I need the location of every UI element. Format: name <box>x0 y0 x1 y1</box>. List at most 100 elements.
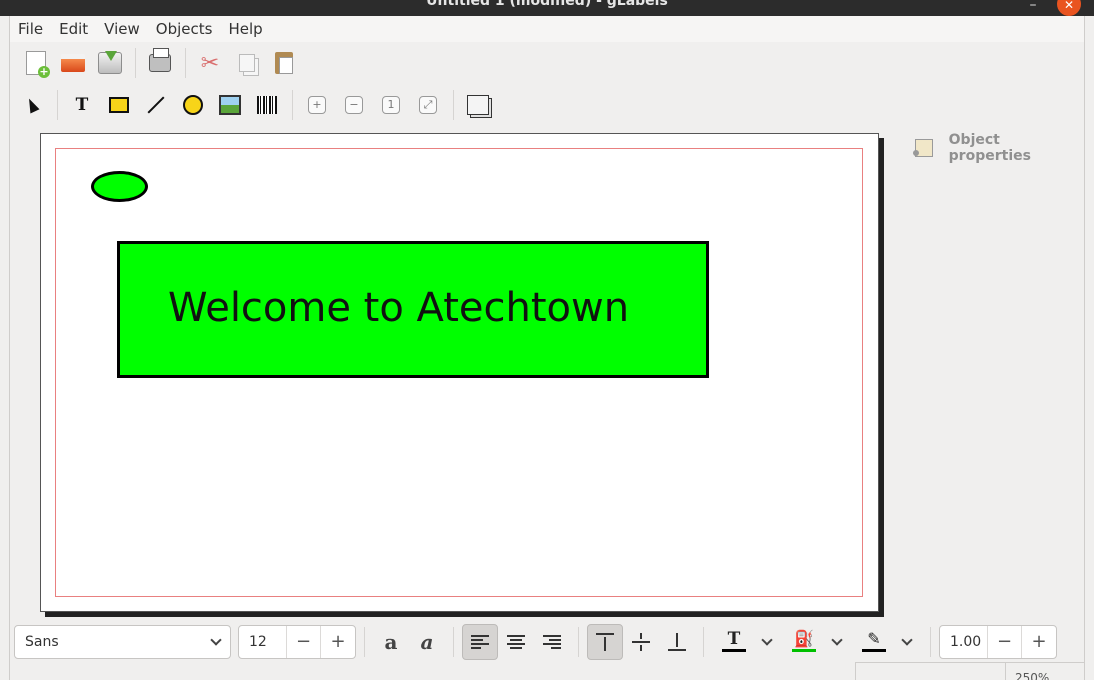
window-titlebar: Untitled 1 (modified) - gLabels – ✕ <box>0 0 1094 16</box>
label-ellipse-object[interactable] <box>91 171 148 202</box>
line-width-value[interactable]: 1.00 <box>940 626 988 658</box>
zoom-level: 250% <box>1015 671 1050 680</box>
pencil-icon: ✎ <box>862 629 886 655</box>
status-cell <box>1005 663 1006 680</box>
font-size-increase-button[interactable]: + <box>321 626 355 658</box>
main-toolbar: + ✂ <box>10 44 303 82</box>
valign-bottom-icon <box>668 633 686 651</box>
window-title: Untitled 1 (modified) - gLabels <box>426 0 668 9</box>
line-color-dropdown[interactable] <box>892 634 922 646</box>
italic-toggle[interactable]: a <box>409 624 445 660</box>
create-barcode-button[interactable] <box>249 88 285 122</box>
merge-properties-icon <box>467 95 489 115</box>
align-left-toggle[interactable] <box>462 624 498 660</box>
drawing-toolbar: T + − 1 ⤢ <box>10 86 497 124</box>
save-button[interactable] <box>92 46 128 80</box>
zoom-1to1-icon: 1 <box>382 96 400 114</box>
paste-icon <box>275 52 293 74</box>
new-button[interactable]: + <box>18 46 54 80</box>
copy-icon <box>239 54 255 72</box>
font-size-spinner[interactable]: 12 − + <box>238 625 356 659</box>
cut-button[interactable]: ✂ <box>192 46 228 80</box>
new-document-icon: + <box>26 51 50 78</box>
line-color-picker[interactable]: ✎ <box>852 624 922 660</box>
align-center-toggle[interactable] <box>498 624 534 660</box>
chevron-down-icon <box>901 634 913 646</box>
statusbar: 250% <box>855 662 1084 680</box>
chevron-down-icon <box>761 634 773 646</box>
format-separator <box>930 627 931 657</box>
menu-file[interactable]: File <box>10 16 51 42</box>
print-button[interactable] <box>142 46 178 80</box>
menubar: File Edit View Objects Help <box>10 16 1084 42</box>
font-family-value: Sans <box>25 634 59 650</box>
align-right-toggle[interactable] <box>534 624 570 660</box>
create-image-button[interactable] <box>212 88 248 122</box>
ellipse-tool-icon <box>183 95 203 115</box>
font-family-combo[interactable]: Sans <box>14 625 231 659</box>
create-box-button[interactable] <box>101 88 137 122</box>
line-width-decrease-button[interactable]: − <box>988 626 1022 658</box>
valign-bottom-toggle[interactable] <box>659 624 695 660</box>
line-tool-icon <box>147 96 165 114</box>
toolbar-separator <box>292 90 293 120</box>
zoom-fit-icon: ⤢ <box>419 96 437 114</box>
format-separator <box>364 627 365 657</box>
select-mode-button[interactable] <box>14 88 50 122</box>
zoom-out-button[interactable]: − <box>336 88 372 122</box>
valign-middle-icon <box>632 633 650 651</box>
label-text-object[interactable]: Welcome to Atechtown <box>168 282 629 334</box>
paste-button[interactable] <box>266 46 302 80</box>
font-size-value[interactable]: 12 <box>239 626 287 658</box>
image-tool-icon <box>219 95 241 115</box>
chevron-down-icon <box>210 634 222 646</box>
close-button[interactable]: ✕ <box>1057 0 1081 16</box>
toolbar-separator <box>453 90 454 120</box>
line-width-increase-button[interactable]: + <box>1022 626 1056 658</box>
window-border-right <box>1084 16 1085 680</box>
chevron-down-icon <box>831 634 843 646</box>
bold-toggle[interactable]: a <box>373 624 409 660</box>
menu-view[interactable]: View <box>96 16 148 42</box>
zoom-in-button[interactable]: + <box>299 88 335 122</box>
menu-help[interactable]: Help <box>220 16 270 42</box>
format-toolbar: Sans 12 − + a a T ⛽ ✎ 1.00 − + <box>10 620 1084 664</box>
line-color-button[interactable]: ✎ <box>856 624 892 660</box>
fill-color-picker[interactable]: ⛽ <box>782 624 852 660</box>
valign-middle-toggle[interactable] <box>623 624 659 660</box>
text-color-picker[interactable]: T <box>712 624 782 660</box>
toolbar-separator <box>57 90 58 120</box>
barcode-tool-icon <box>257 96 277 114</box>
font-size-decrease-button[interactable]: − <box>287 626 321 658</box>
create-line-button[interactable] <box>138 88 174 122</box>
text-color-dropdown[interactable] <box>752 634 782 646</box>
cut-icon: ✂ <box>200 50 220 76</box>
copy-button[interactable] <box>229 46 265 80</box>
create-text-button[interactable]: T <box>64 88 100 122</box>
zoom-one-to-one-button[interactable]: 1 <box>373 88 409 122</box>
toolbar-separator <box>185 48 186 78</box>
valign-top-toggle[interactable] <box>587 624 623 660</box>
text-color-button[interactable]: T <box>716 624 752 660</box>
menu-edit[interactable]: Edit <box>51 16 96 42</box>
merge-properties-button[interactable] <box>460 88 496 122</box>
fill-color-dropdown[interactable] <box>822 634 852 646</box>
zoom-in-icon: + <box>308 96 326 114</box>
minimize-button[interactable]: – <box>1020 0 1046 14</box>
zoom-to-fit-button[interactable]: ⤢ <box>410 88 446 122</box>
status-cell <box>855 663 856 680</box>
text-color-icon: T <box>722 629 746 655</box>
object-properties-header: Object properties <box>913 132 1084 164</box>
menu-objects[interactable]: Objects <box>148 16 221 42</box>
format-separator <box>453 627 454 657</box>
zoom-out-icon: − <box>345 96 363 114</box>
open-button[interactable] <box>55 46 91 80</box>
fill-color-button[interactable]: ⛽ <box>786 624 822 660</box>
line-width-spinner[interactable]: 1.00 − + <box>939 625 1057 659</box>
align-center-icon <box>507 635 525 649</box>
align-left-icon <box>471 635 489 649</box>
select-arrow-icon <box>24 96 40 114</box>
object-properties-icon <box>913 139 933 157</box>
create-ellipse-button[interactable] <box>175 88 211 122</box>
valign-top-icon <box>596 633 614 651</box>
